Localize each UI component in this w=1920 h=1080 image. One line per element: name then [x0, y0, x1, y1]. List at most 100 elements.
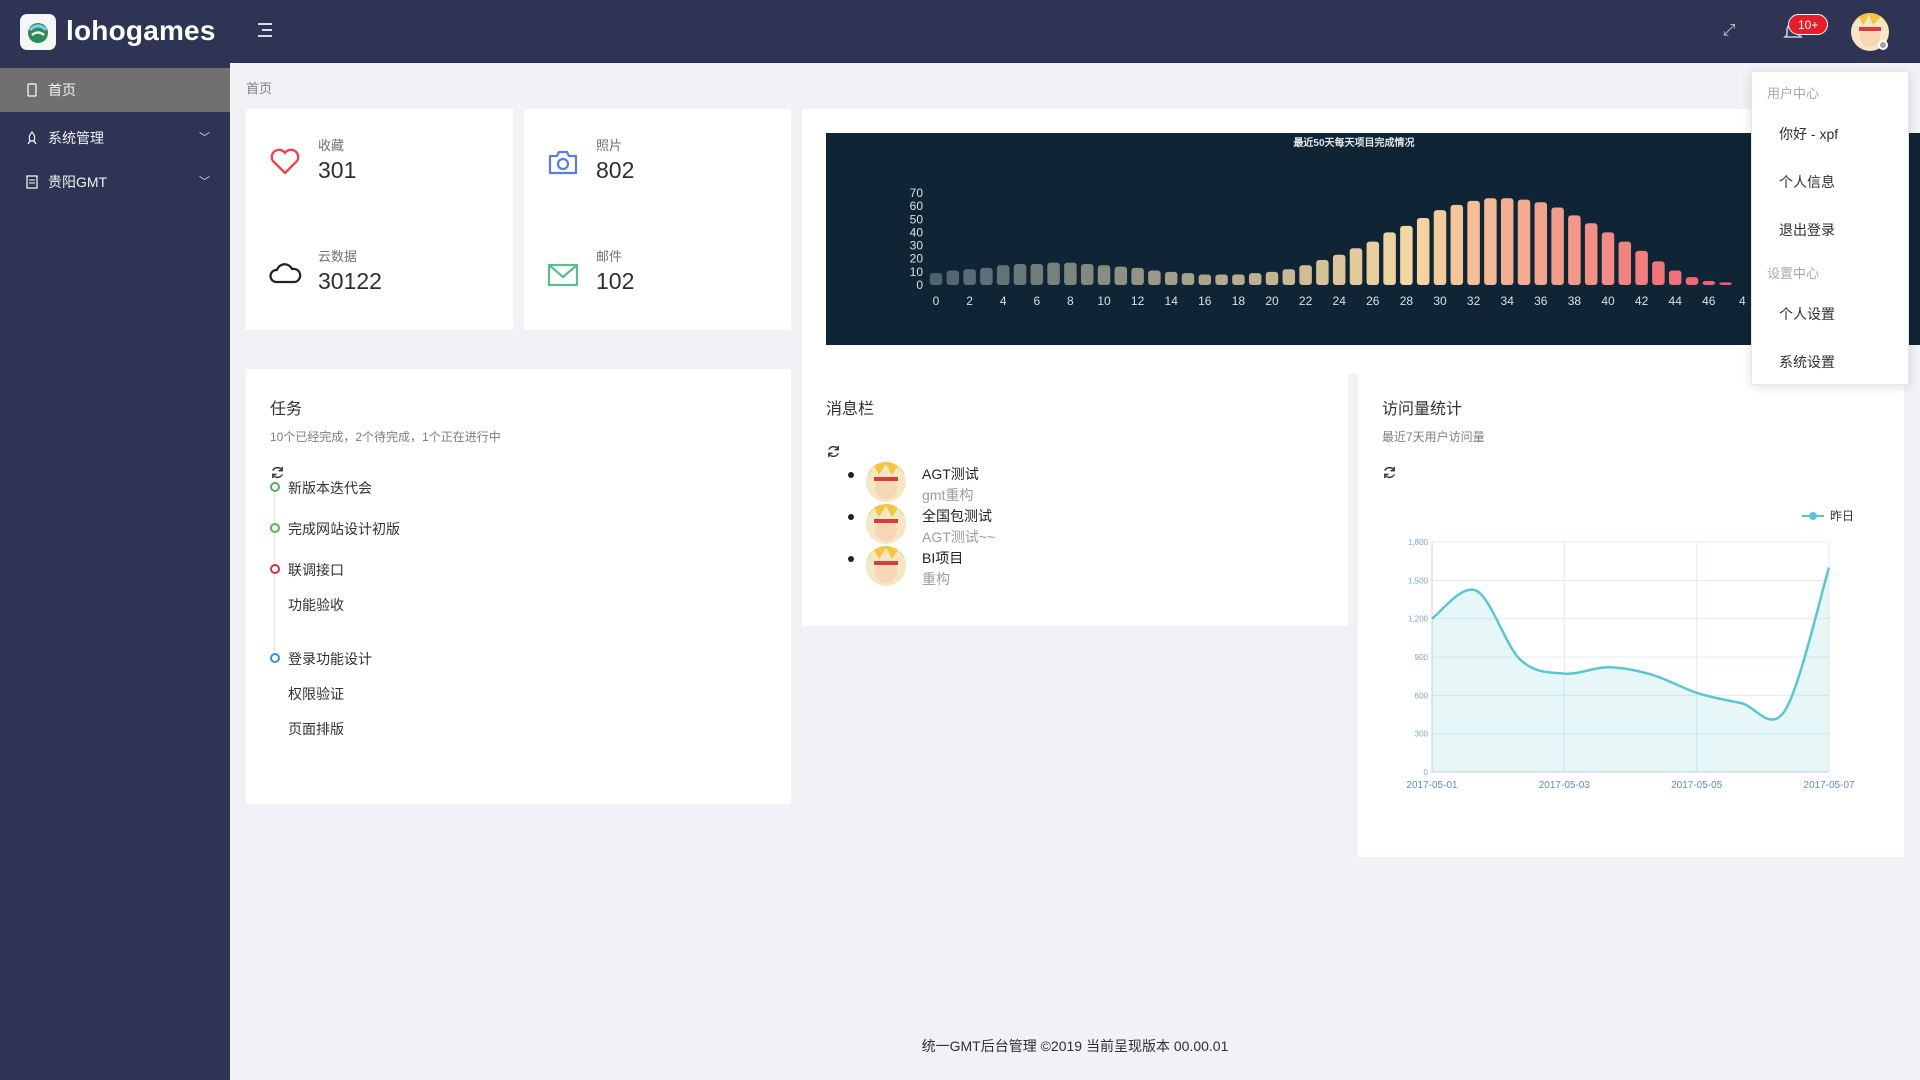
- x-tick-label: 28: [1400, 294, 1414, 308]
- legend: 昨日: [1802, 509, 1854, 523]
- chevron-down-icon: ﹀: [199, 132, 210, 144]
- x-tick-label: 40: [1601, 294, 1615, 308]
- sidebar-item-label: 贵阳GMT: [48, 174, 108, 190]
- x-tick-label: 6: [1033, 294, 1040, 308]
- bar: [1517, 199, 1531, 285]
- dropdown-item-system-settings[interactable]: 系统设置: [1779, 352, 1835, 372]
- sidebar-item-system[interactable]: 系统管理 ﹀: [0, 116, 230, 160]
- bar: [1164, 271, 1178, 285]
- menu-toggle-icon[interactable]: [254, 20, 276, 40]
- bar: [1551, 207, 1564, 285]
- stat-value: 301: [318, 157, 357, 183]
- y-tick-label: 600: [1415, 691, 1429, 700]
- x-tick-label: 20: [1265, 294, 1279, 308]
- list-bullet: [848, 514, 854, 520]
- x-tick-label: 36: [1534, 294, 1548, 308]
- bar: [1584, 223, 1598, 285]
- bar: [1064, 262, 1077, 285]
- x-tick-label: 2017-05-05: [1671, 780, 1723, 791]
- logo-icon: [20, 14, 56, 50]
- message-desc: 重构: [922, 571, 950, 587]
- task-item: 权限验证: [288, 686, 344, 702]
- fullscreen-icon[interactable]: ⤢: [1720, 22, 1738, 40]
- message-title[interactable]: 全国包测试: [922, 506, 992, 526]
- message-desc: gmt重构: [922, 487, 974, 503]
- y-tick-label: 1,800: [1408, 538, 1429, 547]
- dropdown-group-settings: 设置中心: [1767, 266, 1820, 281]
- bar: [1652, 261, 1665, 285]
- sidebar-item-home[interactable]: 首页: [0, 68, 230, 112]
- message-avatar: [866, 504, 906, 544]
- bar: [1568, 215, 1581, 285]
- document-icon: [26, 175, 38, 189]
- message-title[interactable]: AGT测试: [922, 464, 979, 484]
- y-tick-label: 0: [916, 278, 923, 292]
- bar: [1500, 198, 1514, 285]
- message-title[interactable]: BI项目: [922, 548, 963, 568]
- bar: [1316, 260, 1329, 285]
- x-tick-label: 34: [1501, 294, 1515, 308]
- sidebar-item-guiyang-gmt[interactable]: 贵阳GMT ﹀: [0, 160, 230, 204]
- task-item: 联调接口: [288, 562, 344, 578]
- refresh-icon[interactable]: [1382, 465, 1397, 480]
- dropdown-item-logout[interactable]: 退出登录: [1779, 220, 1835, 240]
- y-tick-label: 1,500: [1408, 576, 1429, 585]
- bar: [1383, 232, 1396, 285]
- visits-card: 访问量统计 最近7天用户访问量 昨日 1,800 1,500 1,200 900 600 3…: [1358, 369, 1904, 857]
- x-tick-label: 38: [1568, 294, 1582, 308]
- bar: [996, 265, 1010, 285]
- x-tick-label: 2017-05-03: [1539, 780, 1591, 791]
- x-tick-label: 18: [1232, 294, 1246, 308]
- tasks-subtitle: 10个已经完成，2个待完成，1个正在进行中: [270, 430, 501, 444]
- user-dropdown-menu: 用户中心 你好 - xpf 个人信息 退出登录 设置中心 个人设置 系统设置: [1751, 71, 1909, 385]
- y-tick-label: 50: [910, 212, 924, 226]
- stats-card-left: 收藏 301 云数据 30122: [246, 109, 513, 330]
- timeline-dot: [270, 564, 280, 574]
- bar: [1450, 204, 1464, 285]
- x-tick-label: 4: [1000, 294, 1007, 308]
- bar: [1467, 200, 1480, 285]
- message-avatar: [866, 462, 906, 502]
- stat-value: 802: [596, 157, 635, 183]
- bar: [1030, 263, 1044, 285]
- visits-title: 访问量统计: [1382, 401, 1463, 418]
- x-tick-label: 2017-05-07: [1803, 780, 1855, 791]
- cloud-icon: [269, 263, 302, 284]
- timeline-line: [274, 488, 275, 661]
- bar: [1248, 273, 1262, 285]
- x-tick-label: 0: [933, 294, 940, 308]
- list-bullet: [848, 556, 854, 562]
- bar: [1685, 277, 1699, 285]
- x-tick-label: 24: [1333, 294, 1347, 308]
- notification-badge: 10+: [1788, 14, 1829, 35]
- y-tick-label: 20: [910, 252, 924, 266]
- y-tick-label: 300: [1415, 730, 1429, 739]
- y-tick-label: 70: [910, 186, 924, 200]
- sidebar: 首页 系统管理 ﹀ 贵阳GMT ﹀: [0, 63, 230, 1080]
- dropdown-item-greeting[interactable]: 你好 - xpf: [1779, 124, 1838, 144]
- timeline-dot: [270, 523, 280, 533]
- y-tick-label: 0: [1424, 768, 1429, 777]
- dropdown-item-personal-settings[interactable]: 个人设置: [1779, 304, 1835, 324]
- bar: [1282, 269, 1296, 285]
- task-item: 新版本迭代会: [288, 480, 372, 496]
- bar: [1366, 241, 1380, 285]
- bar: [1618, 241, 1632, 285]
- dropdown-item-profile[interactable]: 个人信息: [1779, 172, 1835, 192]
- bar: [963, 269, 976, 285]
- bar: [1332, 254, 1346, 285]
- tasks-title: 任务: [270, 401, 303, 418]
- stat-label: 云数据: [318, 249, 358, 264]
- refresh-icon[interactable]: [270, 465, 285, 480]
- breadcrumb[interactable]: 首页: [246, 78, 272, 97]
- bar: [1601, 232, 1615, 285]
- camera-icon: [548, 150, 578, 175]
- refresh-icon[interactable]: [826, 444, 841, 459]
- bar: [1668, 270, 1682, 285]
- stat-label: 邮件: [596, 249, 623, 264]
- bar: [1349, 248, 1363, 285]
- logo-text: lohogames: [66, 15, 216, 46]
- bar: [1131, 267, 1144, 285]
- task-item: 登录功能设计: [288, 651, 372, 667]
- legend-marker: [1809, 512, 1817, 520]
